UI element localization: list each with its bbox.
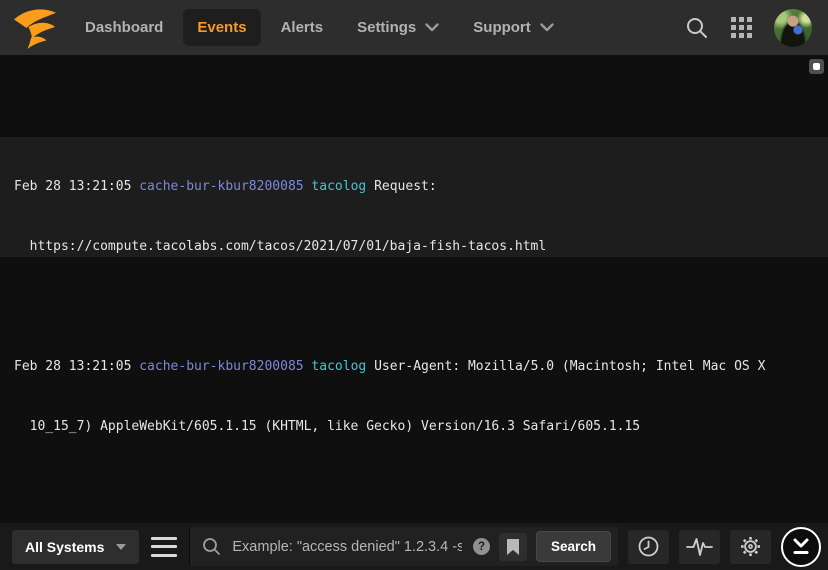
bottom-bar: All Systems ? Search	[0, 523, 828, 570]
log-event-continuation: 10_15_7) AppleWebKit/605.1.15 (KHTML, li…	[14, 419, 641, 434]
systems-selector-label: All Systems	[25, 538, 105, 555]
log-viewer: Feb 28 13:21:05 cache-bur-kbur8200085 ta…	[0, 55, 828, 523]
systems-selector[interactable]: All Systems	[12, 529, 140, 564]
nav-item-alerts[interactable]: Alerts	[267, 9, 338, 46]
search-box: ? Search	[189, 527, 618, 566]
host-link[interactable]: cache-bur-kbur8200085	[139, 179, 303, 194]
log-timestamp: Feb 28 13:21:05	[14, 359, 140, 374]
search-button[interactable]: Search	[535, 531, 611, 562]
log-message: User-Agent: Mozilla/5.0 (Macintosh; Inte…	[374, 359, 766, 374]
gear-icon	[741, 537, 760, 556]
activity-button[interactable]	[679, 529, 720, 564]
search-icon[interactable]	[685, 16, 709, 40]
nav-item-label: Support	[473, 19, 531, 36]
scrollbar-thumb[interactable]	[809, 59, 824, 74]
nav-item-label: Alerts	[280, 19, 324, 36]
nav-item-label: Settings	[357, 19, 417, 36]
app-grid-icon[interactable]	[731, 17, 752, 38]
activity-waveform-icon	[686, 537, 713, 556]
search-input[interactable]	[230, 537, 464, 556]
host-link[interactable]: cache-bur-kbur8200085	[139, 359, 303, 374]
log-timestamp: Feb 28 13:21:05	[14, 179, 140, 194]
program-link[interactable]: tacolog	[304, 359, 374, 374]
time-jump-button[interactable]	[628, 529, 669, 564]
nav-item-label: Dashboard	[85, 19, 164, 36]
nav-item-events[interactable]: Events	[183, 9, 261, 46]
log-stream: Feb 28 13:21:05 cache-bur-kbur8200085 ta…	[0, 97, 828, 523]
jump-to-bottom-button[interactable]	[781, 526, 821, 567]
chevron-down-icon	[540, 23, 554, 32]
log-message: Request:	[374, 179, 437, 194]
user-avatar[interactable]	[774, 8, 812, 47]
nav-item-label: Events	[197, 19, 247, 36]
log-event-line: Feb 28 13:21:05 cache-bur-kbur8200085 ta…	[0, 177, 828, 197]
log-event-continuation: https://compute.tacolabs.com/tacos/2021/…	[14, 239, 547, 254]
solarwinds-logo-icon	[14, 8, 56, 49]
log-event-line: Feb 28 13:21:05 cache-bur-kbur8200085 ta…	[0, 357, 828, 377]
program-link[interactable]: tacolog	[304, 179, 374, 194]
magnifier-icon	[203, 538, 221, 555]
nav-item-support[interactable]: Support	[459, 9, 568, 46]
jump-to-bottom-icon	[793, 538, 809, 554]
menu-icon[interactable]	[151, 536, 178, 557]
top-nav: Dashboard Events Alerts Settings Support	[0, 0, 828, 55]
chevron-down-icon	[116, 543, 127, 550]
log-event[interactable]: Feb 28 13:21:06 cache-bur-kbur8200085 ta…	[0, 497, 828, 523]
bookmark-button[interactable]	[498, 532, 527, 561]
log-event[interactable]: Feb 28 13:21:05 cache-bur-kbur8200085 ta…	[0, 137, 828, 257]
settings-button[interactable]	[730, 529, 771, 564]
chevron-down-icon	[425, 23, 439, 32]
log-event[interactable]: Feb 28 13:21:05 cache-bur-kbur8200085 ta…	[0, 317, 828, 437]
bookmark-icon	[506, 538, 519, 555]
help-icon[interactable]: ?	[472, 538, 490, 555]
nav-item-settings[interactable]: Settings	[343, 9, 453, 46]
nav-item-dashboard[interactable]: Dashboard	[71, 9, 177, 46]
clock-icon	[638, 536, 659, 557]
top-nav-right	[685, 8, 818, 47]
